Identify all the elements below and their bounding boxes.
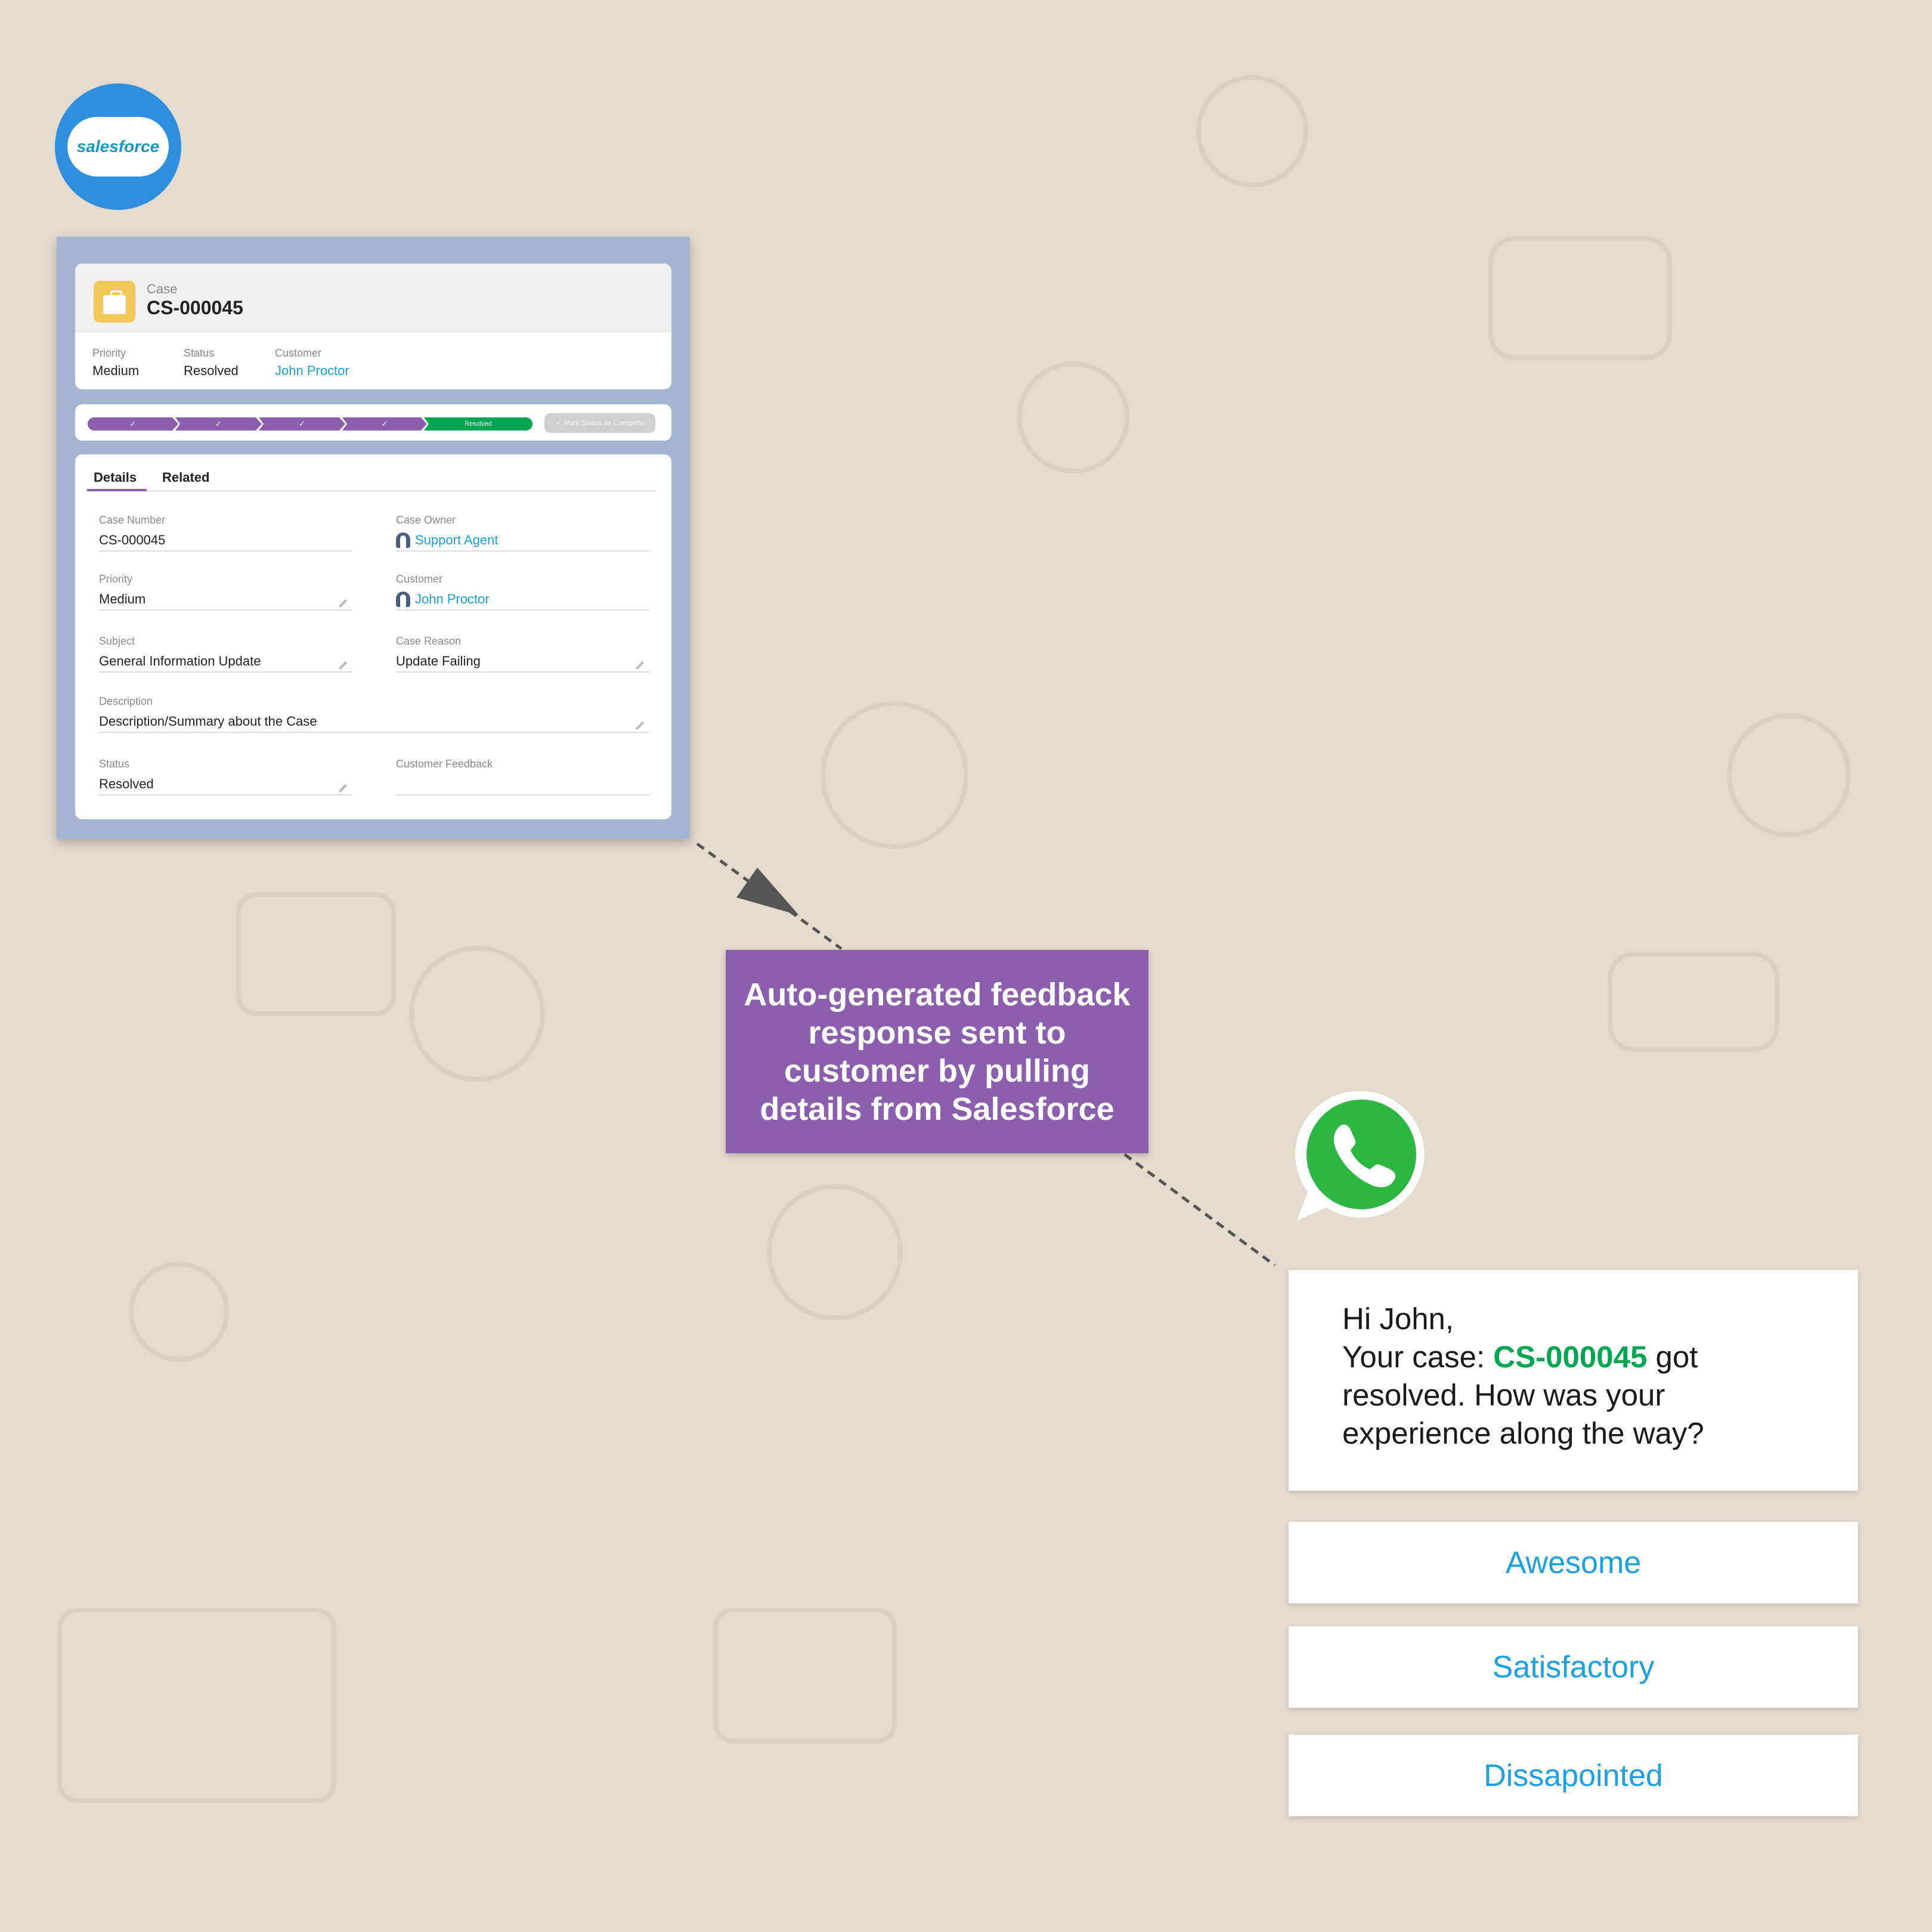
- callout-box: Auto-generated feedback response sent to…: [726, 950, 1148, 1153]
- whatsapp-icon: [1295, 1091, 1425, 1221]
- option-dissapointed-button[interactable]: Dissapointed: [1289, 1735, 1858, 1816]
- message-text: Your case:: [1342, 1340, 1494, 1374]
- option-satisfactory-button[interactable]: Satisfactory: [1289, 1626, 1858, 1708]
- message-case-number: CS-000045: [1493, 1340, 1648, 1374]
- option-awesome-button[interactable]: Awesome: [1289, 1522, 1858, 1603]
- whatsapp-message-bubble: Hi John, Your case: CS-000045 got resolv…: [1289, 1270, 1858, 1491]
- arrowhead-icon: [736, 868, 799, 915]
- message-greeting: Hi John,: [1342, 1302, 1454, 1336]
- dashed-connector-2: [1123, 1153, 1276, 1267]
